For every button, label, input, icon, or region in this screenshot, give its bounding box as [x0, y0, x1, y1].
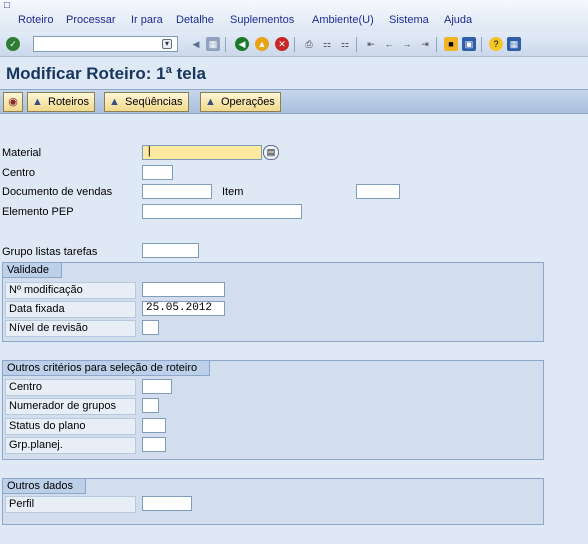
centro-field[interactable] — [142, 165, 173, 180]
arrow-left-icon[interactable]: ◀ — [189, 37, 203, 51]
previous-page-icon[interactable]: ← — [382, 37, 396, 51]
print-icon[interactable]: ⎙ — [302, 37, 316, 51]
other-object-icon: ◉ — [8, 96, 18, 108]
menu-ambiente[interactable]: Ambiente(U) — [312, 14, 374, 26]
mountain-icon: ▲ — [32, 96, 43, 108]
documento-vendas-field[interactable] — [142, 184, 212, 199]
next-page-icon[interactable]: → — [400, 37, 414, 51]
shortcut-icon[interactable]: ▣ — [462, 37, 476, 51]
save-icon[interactable]: ▦ — [206, 37, 220, 51]
operacoes-button[interactable]: ▲ Operações — [200, 92, 281, 112]
item-field[interactable] — [356, 184, 400, 199]
roteiros-button-label: Roteiros — [48, 96, 89, 108]
nivel-revisao-field[interactable] — [142, 320, 159, 335]
n-modificacao-label: Nº modificação — [5, 282, 136, 299]
mountain-icon: ▲ — [205, 96, 216, 108]
perfil-label: Perfil — [5, 496, 136, 513]
menu-processar[interactable]: Processar — [66, 14, 116, 26]
system-toolbar: ✓ ▾ ◀ ▦ ◀ ▲ ✕ ⎙ ⚏ ⚏ ⇤ ← → ⇥ ■ ▣ ? ▦ — [0, 31, 588, 57]
menu-detalhe[interactable]: Detalhe — [176, 14, 214, 26]
menu-roteiro[interactable]: Roteiro — [18, 14, 53, 26]
sequencias-button[interactable]: ▲ Seqüências — [104, 92, 189, 112]
enter-check-icon[interactable]: ✓ — [6, 37, 20, 51]
roteiros-button[interactable]: ▲ Roteiros — [27, 92, 95, 112]
grp-planej-field[interactable] — [142, 437, 166, 452]
other-object-button[interactable]: ◉ — [3, 92, 23, 112]
outros-criterios-group-title: Outros critérios para seleção de roteiro — [3, 361, 211, 376]
menu-sistema[interactable]: Sistema — [389, 14, 429, 26]
menu-suplementos[interactable]: Suplementos — [230, 14, 294, 26]
status-plano-field[interactable] — [142, 418, 166, 433]
perfil-field[interactable] — [142, 496, 192, 511]
data-fixada-label: Data fixada — [5, 301, 136, 318]
material-label: Material — [2, 147, 42, 159]
outros-dados-group-title: Outros dados — [3, 479, 87, 494]
title-bar: Modificar Roteiro: 1ª tela — [0, 57, 588, 89]
find-next-icon[interactable]: ⚏ — [338, 37, 352, 51]
material-field[interactable]: | — [142, 145, 262, 160]
search-help-icon[interactable]: ▤ — [263, 145, 279, 160]
command-dropdown-icon[interactable]: ▾ — [162, 39, 172, 49]
menu-ajuda[interactable]: Ajuda — [444, 14, 472, 26]
nivel-revisao-label: Nível de revisão — [5, 320, 136, 337]
numerador-grupos-label: Numerador de grupos — [5, 398, 136, 415]
operacoes-button-label: Operações — [221, 96, 275, 108]
application-toolbar: ◉ ▲ Roteiros ▲ Seqüências ▲ Operações — [0, 89, 588, 114]
documento-vendas-label: Documento de vendas — [2, 186, 113, 198]
oc-centro-field[interactable] — [142, 379, 172, 394]
page-title: Modificar Roteiro: 1ª tela — [6, 64, 206, 83]
system-menu-icon[interactable]: □ — [4, 1, 14, 11]
oc-centro-label: Centro — [5, 379, 136, 396]
sequencias-button-label: Seqüências — [125, 96, 183, 108]
menu-ir-para[interactable]: Ir para — [131, 14, 163, 26]
exit-icon[interactable]: ▲ — [255, 37, 269, 51]
mountain-icon: ▲ — [109, 96, 120, 108]
command-field[interactable] — [33, 36, 178, 52]
status-plano-label: Status do plano — [5, 418, 136, 435]
validade-group-title: Validade — [3, 263, 62, 278]
data-fixada-field[interactable]: 25.05.2012 — [142, 301, 225, 316]
grupo-listas-label: Grupo listas tarefas — [2, 246, 98, 258]
first-page-icon[interactable]: ⇤ — [364, 37, 378, 51]
cancel-icon[interactable]: ✕ — [275, 37, 289, 51]
centro-label: Centro — [2, 167, 36, 179]
back-icon[interactable]: ◀ — [235, 37, 249, 51]
elemento-pep-field[interactable] — [142, 204, 302, 219]
help-icon[interactable]: ? — [489, 37, 503, 51]
n-modificacao-field[interactable] — [142, 282, 225, 297]
last-page-icon[interactable]: ⇥ — [418, 37, 432, 51]
grp-planej-label: Grp.planej. — [5, 437, 136, 454]
menu-bar: □ Roteiro Processar Ir para Detalhe Supl… — [0, 0, 588, 31]
new-session-icon[interactable]: ■ — [444, 37, 458, 51]
numerador-grupos-field[interactable] — [142, 398, 159, 413]
item-label: Item — [222, 186, 244, 198]
find-icon[interactable]: ⚏ — [320, 37, 334, 51]
layout-menu-icon[interactable]: ▦ — [507, 37, 521, 51]
elemento-pep-label: Elemento PEP — [2, 206, 74, 218]
grupo-listas-field[interactable] — [142, 243, 199, 258]
